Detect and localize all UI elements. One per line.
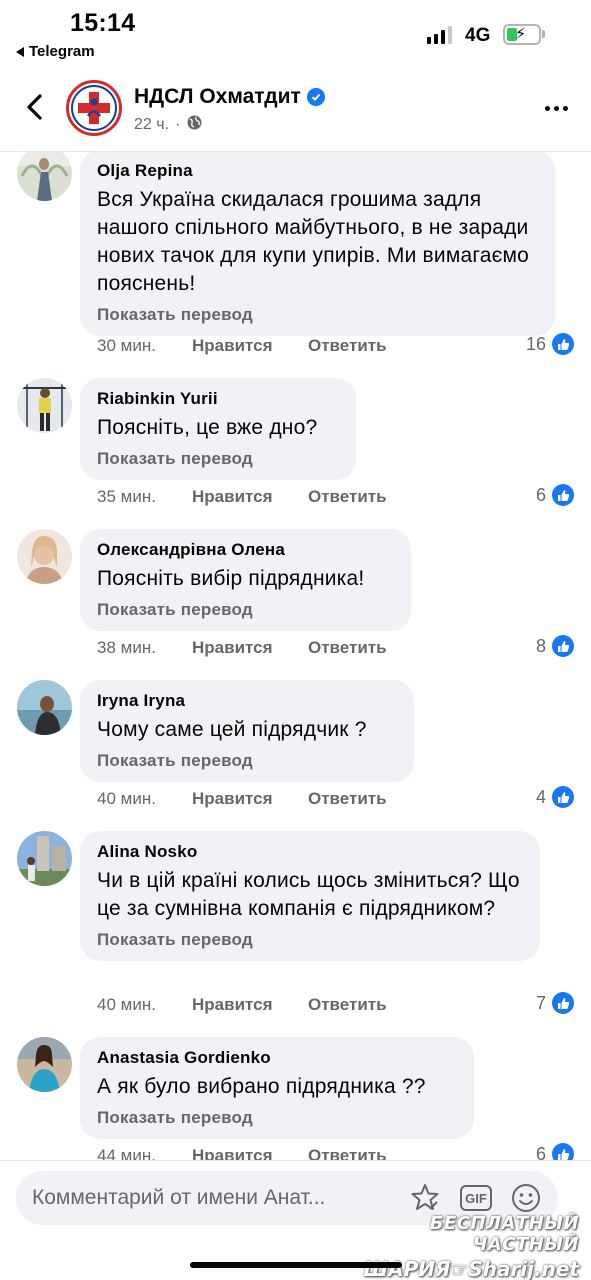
post-header: НДСЛ Охматдит 22 ч. · — [0, 70, 591, 152]
status-time: 15:14 — [70, 9, 136, 37]
watermark: БЕСПЛАТНЫЙ ЧАСТНЫЙ ШАРИЯ☞Sharij.net — [357, 1213, 579, 1280]
avatar[interactable] — [17, 152, 72, 201]
battery-icon: ⚡ — [503, 24, 541, 45]
comment-author[interactable]: Alina Nosko — [97, 841, 523, 863]
comment-time: 40 мин. — [97, 789, 156, 808]
comment-text: Чому саме цей підрядчик ? — [97, 718, 367, 741]
like-button[interactable]: Нравится — [192, 995, 308, 1015]
like-button[interactable]: Нравится — [192, 789, 308, 809]
gif-label: GIF — [460, 1185, 492, 1211]
back-triangle-icon — [16, 46, 24, 57]
comment-time: 30 мин. — [97, 336, 156, 355]
reply-button[interactable]: Ответить — [308, 487, 387, 507]
avatar[interactable] — [17, 1037, 72, 1092]
thumbs-up-icon — [552, 786, 574, 808]
home-indicator[interactable] — [190, 1262, 402, 1268]
comment-actions: 40 мин. Нравится Ответить — [97, 995, 387, 1015]
back-arrow-icon[interactable] — [20, 92, 50, 122]
comment-text: Поясніть, це вже дно? — [97, 416, 318, 439]
watermark-line-2: ШАРИЯ☞Sharij.net — [363, 1257, 579, 1280]
page-name[interactable]: НДСЛ Охматдит — [134, 85, 325, 109]
thumbs-up-icon — [552, 484, 574, 506]
meta-dot: · — [175, 116, 181, 133]
reaction-number: 7 — [535, 992, 546, 1013]
globe-icon — [186, 114, 203, 136]
comment-bubble[interactable]: Iryna Iryna Чому саме цей підрядчик ? По… — [80, 680, 414, 782]
reply-button[interactable]: Ответить — [308, 336, 387, 356]
comment-actions: 35 мин. Нравится Ответить — [97, 487, 387, 507]
post-age: 22 ч. — [134, 116, 170, 133]
comment-bubble[interactable]: Riabinkin Yurii Поясніть, це вже дно? По… — [80, 378, 356, 480]
comment-list: Olja Repina Вся Україна скидалася грошим… — [0, 152, 591, 1162]
more-icon[interactable] — [545, 106, 568, 111]
comment-bubble[interactable]: Олександрівна Олена Поясніть вибір підря… — [80, 529, 411, 631]
avatar[interactable] — [17, 378, 72, 433]
back-to-app-link[interactable]: Telegram — [16, 43, 95, 60]
page-logo[interactable] — [66, 80, 122, 136]
like-button[interactable]: Нравится — [192, 638, 308, 658]
comment-text: Поясніть вибір підрядника! — [97, 567, 365, 590]
comment-text: Вся Україна скидалася грошима задля нашо… — [97, 188, 530, 295]
comment-author[interactable]: Олександрівна Олена — [97, 539, 394, 561]
reaction-count[interactable]: 6 — [536, 484, 574, 506]
charging-bolt-icon: ⚡ — [515, 26, 527, 43]
network-type: 4G — [465, 25, 491, 46]
show-translation-link[interactable]: Показать перевод — [97, 929, 523, 951]
reply-button[interactable]: Ответить — [308, 995, 387, 1015]
like-button[interactable]: Нравится — [192, 336, 308, 356]
comment-actions: 38 мин. Нравится Ответить — [97, 638, 387, 658]
thumbs-up-icon — [552, 992, 574, 1014]
show-translation-link[interactable]: Показать перевод — [97, 448, 339, 470]
reaction-number: 4 — [535, 786, 546, 807]
show-translation-link[interactable]: Показать перевод — [97, 750, 397, 772]
comment-actions: 30 мин. Нравится Ответить — [97, 336, 387, 356]
comment-author[interactable]: Anastasia Gordienko — [97, 1047, 457, 1069]
page-name-text: НДСЛ Охматдит — [134, 85, 301, 108]
emoji-icon[interactable] — [509, 1181, 543, 1215]
comment-actions: 40 мин. Нравится Ответить — [97, 789, 387, 809]
comment-time: 40 мин. — [97, 995, 156, 1014]
like-button[interactable]: Нравится — [192, 487, 308, 507]
thumbs-up-icon — [552, 333, 574, 355]
sticker-icon[interactable] — [408, 1181, 442, 1215]
back-app-label: Telegram — [29, 43, 95, 60]
reaction-count[interactable]: 4 — [536, 786, 574, 808]
comment-author[interactable]: Iryna Iryna — [97, 690, 397, 712]
comment-text: Чи в цій країні колись щось зміниться? Щ… — [97, 869, 520, 920]
reaction-count[interactable]: 16 — [526, 333, 574, 355]
post-meta: 22 ч. · — [134, 114, 203, 136]
show-translation-link[interactable]: Показать перевод — [97, 304, 538, 326]
show-translation-link[interactable]: Показать перевод — [97, 599, 394, 621]
thumbs-up-icon — [552, 635, 574, 657]
reaction-count[interactable]: 7 — [536, 992, 574, 1014]
cellular-signal-icon — [427, 25, 452, 44]
reaction-number: 16 — [525, 333, 546, 354]
gif-icon[interactable]: GIF — [459, 1181, 493, 1215]
reaction-number: 8 — [535, 635, 546, 656]
comment-bubble[interactable]: Alina Nosko Чи в цій країні колись щось … — [80, 831, 540, 961]
avatar[interactable] — [17, 831, 72, 886]
comment-author[interactable]: Olja Repina — [97, 160, 538, 182]
reaction-count[interactable]: 8 — [536, 635, 574, 657]
reply-button[interactable]: Ответить — [308, 789, 387, 809]
reaction-number: 6 — [535, 484, 546, 505]
comment-time: 38 мин. — [97, 638, 156, 657]
reply-button[interactable]: Ответить — [308, 638, 387, 658]
comment-time: 35 мин. — [97, 487, 156, 506]
show-translation-link[interactable]: Показать перевод — [97, 1107, 457, 1129]
comment-author[interactable]: Riabinkin Yurii — [97, 388, 339, 410]
watermark-line-1: БЕСПЛАТНЫЙ ЧАСТНЫЙ — [429, 1213, 579, 1255]
comment-bubble[interactable]: Anastasia Gordienko А як було вибрано пі… — [80, 1037, 474, 1139]
verified-badge-icon — [306, 88, 325, 106]
comment-text: А як було вибрано підрядника ?? — [97, 1075, 426, 1098]
avatar[interactable] — [17, 529, 72, 584]
comment-input[interactable] — [32, 1171, 402, 1225]
comment-bubble[interactable]: Olja Repina Вся Україна скидалася грошим… — [80, 152, 555, 336]
avatar[interactable] — [17, 680, 72, 735]
status-bar: 15:14 Telegram 4G ⚡ — [0, 0, 591, 70]
